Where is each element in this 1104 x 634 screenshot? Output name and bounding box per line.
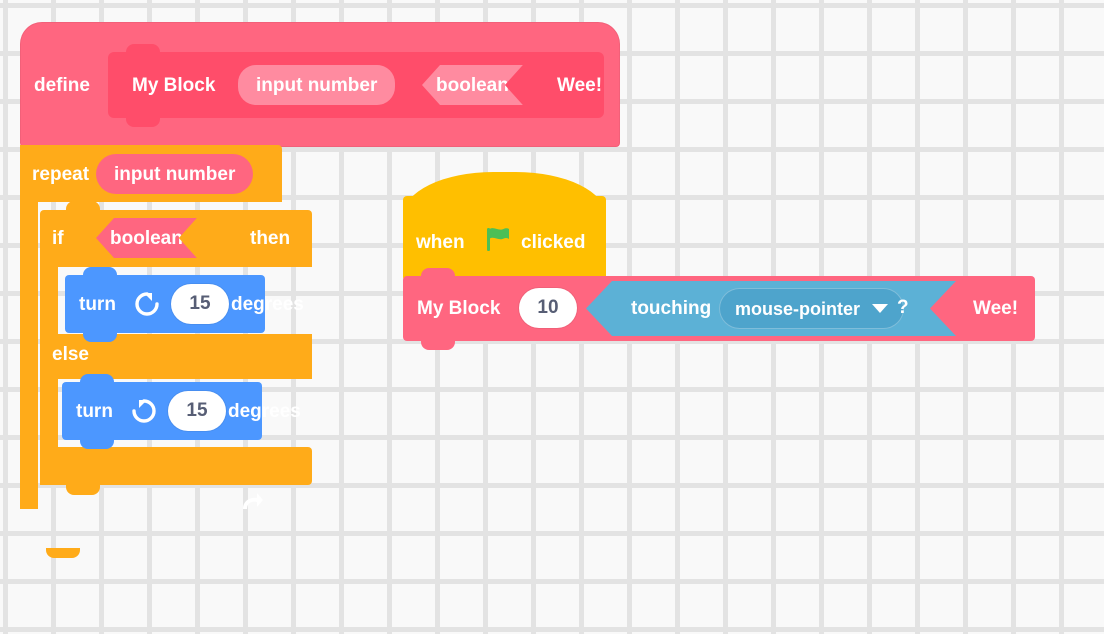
chevron-down-icon	[872, 304, 888, 313]
procedure-argument-boolean-label: boolean	[436, 74, 509, 96]
turn-ccw-degrees-value: 15	[186, 400, 208, 421]
if-condition-label: boolean	[110, 227, 183, 249]
turn-counterclockwise-icon	[130, 397, 158, 425]
green-flag-icon	[483, 224, 513, 254]
when-label: when	[416, 232, 465, 253]
touching-target-dropdown[interactable]: mouse-pointer	[719, 288, 904, 329]
turn-cw-label: turn	[79, 294, 116, 315]
if-else-bottom-notch	[66, 485, 100, 495]
if-block-top-notch	[66, 201, 100, 210]
procedure-trailing-label: Wee!	[557, 75, 603, 96]
if-condition-boolean[interactable]: boolean	[96, 218, 197, 258]
touching-sensing-block[interactable]: touching mouse-pointer ?	[586, 281, 956, 336]
then-label: then	[250, 228, 291, 249]
blocks-workspace[interactable]: define My Block input number boolean Wee…	[0, 0, 1104, 634]
procedure-prototype-block[interactable]: My Block input number boolean Wee!	[108, 44, 604, 127]
define-hat-block[interactable]: define My Block input number boolean Wee…	[20, 22, 620, 156]
repeat-block-bottom-notch	[46, 548, 80, 558]
if-block-header[interactable]: if boolean then	[40, 210, 312, 267]
else-branch-left-wall	[40, 379, 58, 447]
turn-ccw-label: turn	[76, 401, 113, 422]
hat-block-curve	[403, 172, 606, 220]
if-label: if	[52, 228, 64, 249]
touching-target-value: mouse-pointer	[735, 298, 861, 319]
my-block-call-number-value: 10	[537, 297, 559, 318]
loop-arrow-icon	[237, 487, 265, 515]
my-block-call[interactable]: My Block 10 touching mouse-pointer ? Wee…	[403, 268, 1035, 350]
turn-ccw-degrees-label: degrees	[228, 401, 301, 422]
turn-cw-degrees-value: 15	[189, 293, 211, 314]
my-block-call-number-input[interactable]: 10	[519, 288, 577, 328]
procedure-argument-boolean[interactable]: boolean	[422, 65, 523, 105]
repeat-block-left-wall	[20, 202, 38, 509]
repeat-argument-label: input number	[114, 163, 236, 185]
repeat-argument-reporter[interactable]: input number	[96, 154, 254, 194]
procedure-argument-number-label: input number	[256, 74, 378, 96]
turn-cw-degrees-input[interactable]: 15	[171, 284, 229, 324]
turn-ccw-degrees-input[interactable]: 15	[168, 391, 226, 431]
turn-clockwise-icon	[133, 290, 161, 318]
my-block-call-name: My Block	[417, 298, 501, 319]
touching-question-mark: ?	[897, 297, 909, 318]
touching-label: touching	[631, 298, 712, 319]
clicked-label: clicked	[521, 232, 586, 253]
if-branch-left-wall	[40, 267, 58, 334]
procedure-name-label: My Block	[132, 75, 216, 96]
turn-cw-degrees-label: degrees	[231, 294, 304, 315]
my-block-call-trailing-label: Wee!	[973, 298, 1019, 319]
else-label: else	[52, 344, 89, 365]
if-else-block-footer[interactable]	[40, 447, 312, 485]
repeat-label: repeat	[32, 164, 90, 185]
repeat-block-header[interactable]: repeat input number	[20, 145, 282, 202]
else-divider-bar[interactable]: else	[40, 334, 312, 379]
turn-counterclockwise-block[interactable]: turn 15 degrees	[62, 374, 301, 449]
turn-clockwise-block[interactable]: turn 15 degrees	[65, 267, 304, 342]
define-label: define	[34, 75, 90, 96]
procedure-argument-number[interactable]: input number	[238, 65, 396, 105]
